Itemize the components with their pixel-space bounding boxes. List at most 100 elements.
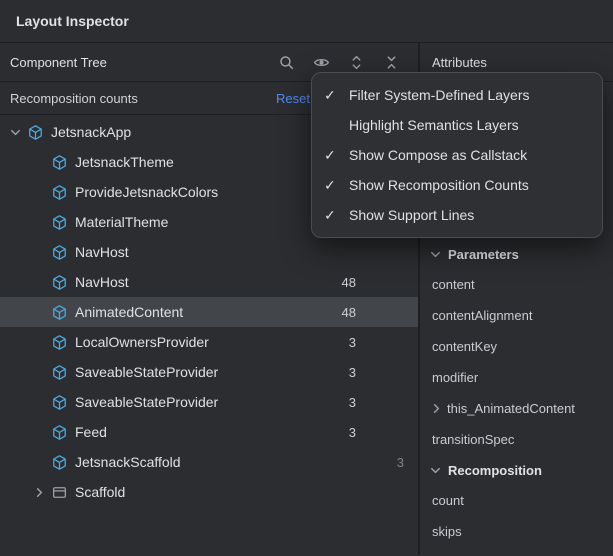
compose-node-icon [27,124,44,141]
attr-item-label: content [432,277,475,292]
chevron-spacer [30,424,49,440]
menu-item-label: Highlight Semantics Layers [349,117,519,133]
tree-node-label: AnimatedContent [75,304,183,320]
compose-node-icon [51,304,68,321]
menu-item-show-support-lines[interactable]: ✓Show Support Lines [312,200,602,230]
checkmark-icon: ✓ [324,87,349,104]
checkmark-icon: ✓ [324,147,349,164]
chevron-down-icon [428,463,443,478]
tree-row-saveablestateprovider[interactable]: SaveableStateProvider 3 [0,387,418,417]
search-icon[interactable] [278,54,295,71]
chevron-right-icon[interactable] [429,401,444,416]
attr-item-content[interactable]: content [420,269,613,300]
tree-row-jetsnackscaffold[interactable]: JetsnackScaffold 3 [0,447,418,477]
reset-counts-link[interactable]: Reset [276,91,310,106]
compose-node-icon [51,244,68,261]
tree-node-label: Scaffold [75,484,125,500]
tree-node-label: JetsnackScaffold [75,454,181,470]
attr-item-label: this_AnimatedContent [447,401,575,416]
tree-node-label: SaveableStateProvider [75,364,218,380]
tree-row-saveablestateprovider[interactable]: SaveableStateProvider 3 [0,357,418,387]
compose-node-icon [51,364,68,381]
chevron-spacer [30,274,49,290]
checkmark-icon: ✓ [324,177,349,194]
chevron-spacer [30,244,49,260]
compose-node-icon [51,214,68,231]
expand-all-icon[interactable] [348,54,365,71]
tree-row-navhost[interactable]: NavHost [0,237,418,267]
layout-inspector-window: Layout Inspector Component Tree [0,0,613,556]
menu-item-filter-system-defined-layers[interactable]: ✓Filter System-Defined Layers [312,80,602,110]
recomposition-count: 3 [349,335,356,350]
tree-row-scaffold[interactable]: Scaffold [0,477,418,507]
attr-item-modifier[interactable]: modifier [420,362,613,393]
attr-item-label: contentKey [432,339,497,354]
menu-item-show-recomposition-counts[interactable]: ✓Show Recomposition Counts [312,170,602,200]
chevron-spacer [30,184,49,200]
recomposition-count: 3 [349,425,356,440]
attr-section-title: Recomposition [448,463,542,478]
tree-row-navhost[interactable]: NavHost 48 [0,267,418,297]
visibility-eye-icon[interactable] [313,54,330,71]
tree-node-label: JetsnackApp [51,124,131,140]
recomposition-count: 48 [342,275,356,290]
recomposition-count: 3 [349,395,356,410]
view-node-icon [51,484,68,501]
tree-node-label: SaveableStateProvider [75,394,218,410]
chevron-spacer [30,364,49,380]
page-title: Layout Inspector [16,13,129,29]
attr-item-label: count [432,493,464,508]
window-titlebar: Layout Inspector [0,0,613,43]
tree-node-label: NavHost [75,244,129,260]
chevron-down-icon [428,247,443,262]
attr-item-contentkey[interactable]: contentKey [420,331,613,362]
recomposition-count: 48 [342,305,356,320]
chevron-spacer [30,454,49,470]
compose-node-icon [51,274,68,291]
compose-node-icon [51,334,68,351]
tree-node-label: Feed [75,424,107,440]
compose-node-icon [51,424,68,441]
attr-item-label: contentAlignment [432,308,532,323]
tree-node-label: MaterialTheme [75,214,168,230]
tree-node-label: NavHost [75,274,129,290]
compose-node-icon [51,184,68,201]
menu-item-show-compose-as-callstack[interactable]: ✓Show Compose as Callstack [312,140,602,170]
tree-row-localownersprovider[interactable]: LocalOwnersProvider 3 [0,327,418,357]
chevron-spacer [30,304,49,320]
collapse-all-icon[interactable] [383,54,400,71]
chevron-spacer [30,154,49,170]
attr-section-parameters[interactable]: Parameters [420,239,613,269]
tree-node-label: LocalOwnersProvider [75,334,209,350]
chevron-down-icon[interactable] [6,124,25,140]
menu-item-label: Filter System-Defined Layers [349,87,530,103]
tree-row-feed[interactable]: Feed 3 [0,417,418,447]
chevron-spacer [30,394,49,410]
tree-row-animatedcontent[interactable]: AnimatedContent 48 [0,297,418,327]
compose-node-icon [51,154,68,171]
view-options-popup-menu: ✓Filter System-Defined LayersHighlight S… [311,72,603,238]
component-tree-toolbar [278,54,400,71]
compose-node-icon [51,394,68,411]
attr-section-title: Parameters [448,247,519,262]
attr-section-recomposition[interactable]: Recomposition [420,455,613,485]
tree-node-label: JetsnackTheme [75,154,174,170]
attributes-list: Parameters content contentAlignment content… [420,239,613,547]
menu-item-label: Show Recomposition Counts [349,177,529,193]
menu-item-label: Show Support Lines [349,207,474,223]
attr-item-contentalignment[interactable]: contentAlignment [420,300,613,331]
attr-item-skips[interactable]: skips [420,516,613,547]
component-tree-title: Component Tree [10,55,107,70]
attributes-title: Attributes [432,55,487,70]
attr-item-label: skips [432,524,462,539]
chevron-spacer [30,334,49,350]
attr-item-this-animatedcontent[interactable]: this_AnimatedContent [420,393,613,424]
recomposition-count: 3 [397,455,404,470]
menu-item-highlight-semantics-layers[interactable]: Highlight Semantics Layers [312,110,602,140]
menu-item-label: Show Compose as Callstack [349,147,527,163]
chevron-right-icon[interactable] [30,484,49,500]
attr-item-transitionspec[interactable]: transitionSpec [420,424,613,455]
compose-node-icon [51,454,68,471]
attr-item-count[interactable]: count [420,485,613,516]
recomposition-count: 3 [349,365,356,380]
